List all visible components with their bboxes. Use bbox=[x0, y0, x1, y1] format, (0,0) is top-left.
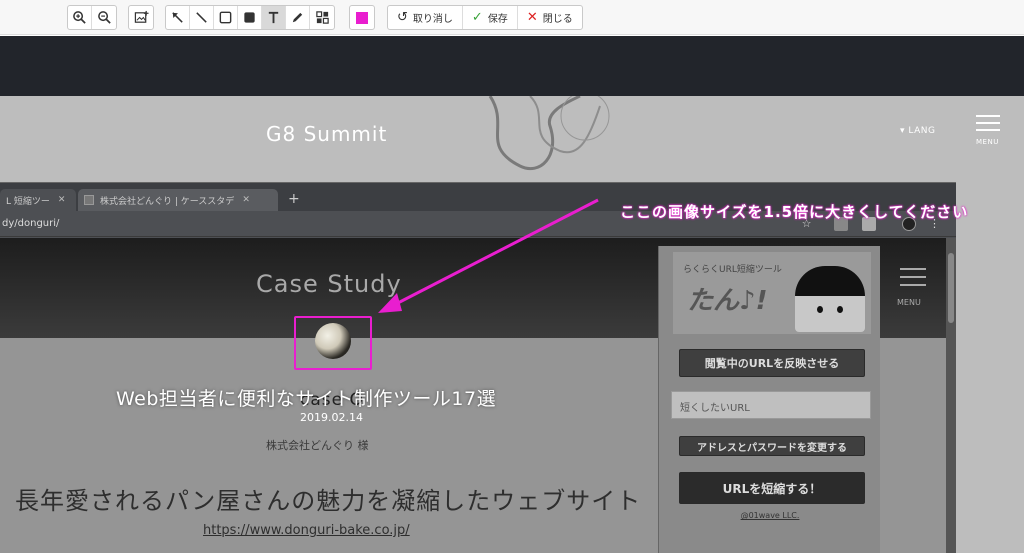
undo-label: 取り消し bbox=[412, 14, 453, 25]
color-group bbox=[349, 5, 375, 30]
hero-title: Case Study bbox=[256, 270, 402, 298]
browser-tab[interactable]: L 短縮ツー ✕ bbox=[0, 189, 76, 211]
url-text: dy/donguri/ bbox=[2, 218, 60, 229]
add-image-icon[interactable] bbox=[129, 6, 153, 29]
reflect-url-button[interactable]: 閲覧中のURLを反映させる bbox=[679, 349, 865, 377]
color-picker[interactable] bbox=[350, 6, 374, 29]
new-tab-icon[interactable]: + bbox=[288, 191, 300, 207]
zoom-in-icon[interactable] bbox=[68, 6, 92, 29]
pen-tool-icon[interactable] bbox=[286, 6, 310, 29]
tab-close-icon[interactable]: ✕ bbox=[58, 195, 66, 205]
inner-menu-label: MENU bbox=[897, 298, 921, 307]
rectangle-tool-icon[interactable] bbox=[214, 6, 238, 29]
url-shortener-popup: らくらくURL短縮ツール たん♪! 閲覧中のURLを反映させる 短くしたいURL… bbox=[658, 246, 880, 553]
scroll-thumb[interactable] bbox=[948, 253, 954, 323]
arrow-tool-icon[interactable] bbox=[166, 6, 190, 29]
shorten-url-button[interactable]: URLを短縮する！ bbox=[679, 472, 865, 504]
site-title[interactable]: G8 Summit bbox=[266, 122, 387, 146]
post-date: 2019.02.14 bbox=[300, 411, 363, 424]
client-name: 株式会社どんぐり 様 bbox=[266, 439, 369, 452]
url-input[interactable]: 短くしたいURL bbox=[671, 391, 871, 419]
browser-tab-active[interactable]: 株式会社どんぐり | ケーススタデ ✕ bbox=[78, 189, 278, 211]
close-button[interactable]: ✕ 閉じる bbox=[518, 6, 582, 29]
image-group bbox=[128, 5, 154, 30]
change-credentials-button[interactable]: アドレスとパスワードを変更する bbox=[679, 436, 865, 456]
check-icon: ✓ bbox=[471, 10, 483, 25]
mosaic-tool-icon[interactable] bbox=[310, 6, 334, 29]
filled-rectangle-tool-icon[interactable] bbox=[238, 6, 262, 29]
annotation-instruction-text[interactable]: ここの画像サイズを1.5倍に大きくしてください bbox=[620, 201, 968, 222]
popup-banner: らくらくURL短縮ツール たん♪! bbox=[673, 252, 871, 334]
dark-header-band bbox=[0, 36, 1024, 96]
inner-hamburger-icon[interactable] bbox=[900, 268, 926, 292]
popup-footer-link[interactable]: @01wave LLC. bbox=[659, 511, 881, 520]
zoom-out-icon[interactable] bbox=[92, 6, 116, 29]
lang-selector[interactable]: ▾ LANG bbox=[900, 126, 935, 136]
text-tool-icon[interactable] bbox=[262, 6, 286, 29]
smoke-image bbox=[488, 96, 610, 171]
zoom-group bbox=[67, 5, 117, 30]
screenshot-editor: ↺ 取り消し ✓ 保存 ✕ 閉じる G8 Summit ▾ LANG MENU bbox=[0, 0, 1024, 553]
favicon-icon bbox=[84, 195, 94, 205]
pasted-browser-screenshot: L 短縮ツー ✕ 株式会社どんぐり | ケーススタデ ✕ + dy/dongur… bbox=[0, 182, 956, 553]
annotation-toolbar: ↺ 取り消し ✓ 保存 ✕ 閉じる bbox=[0, 0, 1024, 35]
line-tool-icon[interactable] bbox=[190, 6, 214, 29]
save-button[interactable]: ✓ 保存 bbox=[463, 6, 518, 29]
undo-icon: ↺ bbox=[397, 10, 408, 25]
banner-caption: らくらくURL短縮ツール bbox=[683, 265, 782, 275]
action-group: ↺ 取り消し ✓ 保存 ✕ 閉じる bbox=[387, 5, 583, 30]
annotation-title-text[interactable]: Web担当者に便利なサイト制作ツール17選 bbox=[116, 384, 496, 411]
tab-close-icon[interactable]: ✕ bbox=[242, 195, 250, 205]
annotation-rectangle[interactable] bbox=[294, 316, 372, 370]
hamburger-icon[interactable] bbox=[976, 115, 1000, 136]
close-icon: ✕ bbox=[526, 10, 538, 25]
tab-label: 株式会社どんぐり | ケーススタデ bbox=[100, 196, 235, 207]
draw-tools-group bbox=[165, 5, 335, 30]
page-headline: 長年愛されるパン屋さんの魅力を凝縮したウェブサイト bbox=[15, 487, 642, 515]
close-label: 閉じる bbox=[542, 14, 573, 25]
site-link[interactable]: https://www.donguri-bake.co.jp/ bbox=[203, 523, 410, 538]
banner-logo: たん♪! bbox=[687, 286, 768, 316]
mascot-image bbox=[795, 266, 865, 332]
menu-label: MENU bbox=[976, 138, 999, 146]
undo-button[interactable]: ↺ 取り消し bbox=[388, 6, 463, 29]
tab-label: L 短縮ツー bbox=[6, 196, 50, 207]
color-swatch bbox=[356, 11, 368, 24]
save-label: 保存 bbox=[487, 14, 508, 25]
scrollbar[interactable] bbox=[946, 238, 956, 553]
website-background: G8 Summit ▾ LANG MENU L 短縮ツー ✕ 株式会社どんぐり … bbox=[0, 96, 1024, 553]
